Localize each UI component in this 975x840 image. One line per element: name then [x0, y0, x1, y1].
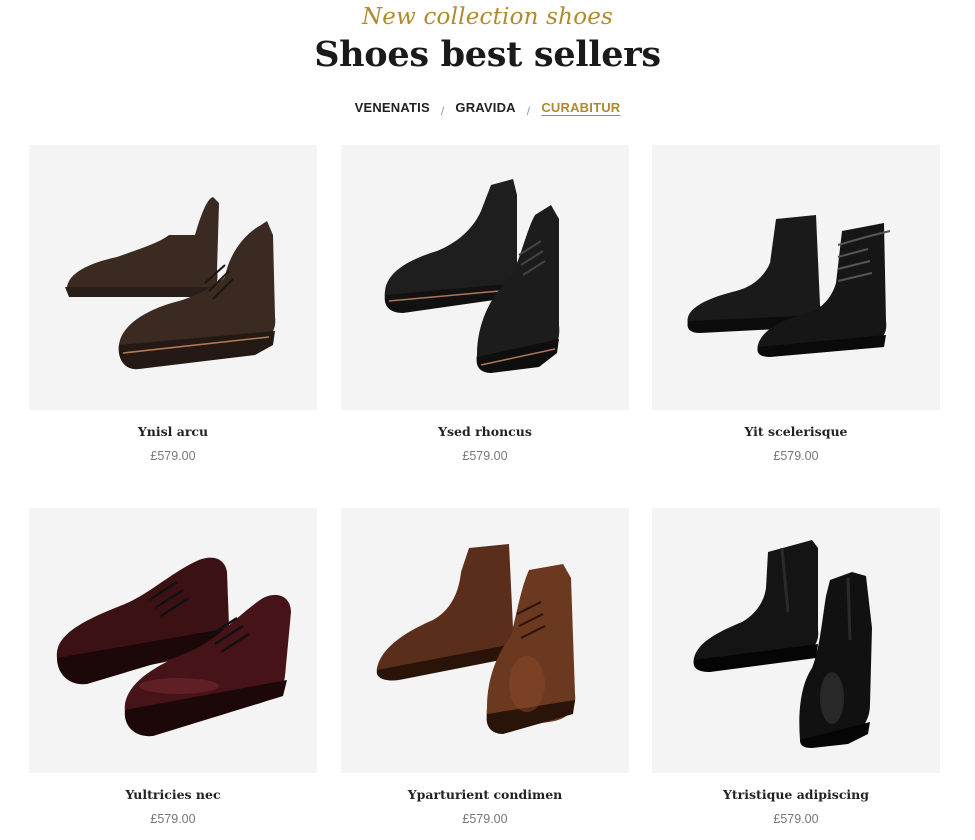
product-price: £579.00 [150, 449, 196, 463]
product-name[interactable]: Yultricies nec [29, 787, 317, 802]
product-card: Yultricies nec £579.00 [29, 508, 317, 826]
product-card: Ysed rhoncus £579.00 [341, 145, 629, 463]
tab-separator: / [440, 103, 445, 118]
product-name[interactable]: Yit scelerisque [652, 424, 940, 439]
product-image [65, 197, 276, 370]
product-image-link[interactable] [341, 145, 629, 410]
product-price: £579.00 [773, 812, 819, 826]
section-title: Shoes best sellers [314, 34, 661, 75]
tab-gravida[interactable]: GRAVIDA [455, 100, 515, 115]
category-tabs: VENENATIS / GRAVIDA / CURABITUR [0, 100, 975, 118]
product-image-link[interactable] [341, 508, 629, 773]
product-card: Yparturient condimen £579.00 [341, 508, 629, 826]
tab-curabitur[interactable]: CURABITUR [541, 100, 620, 115]
product-image-link[interactable] [29, 508, 317, 773]
product-price: £579.00 [462, 449, 508, 463]
product-card: Ynisl arcu £579.00 [29, 145, 317, 463]
product-image [56, 557, 291, 737]
product-name[interactable]: Ysed rhoncus [341, 424, 629, 439]
product-name[interactable]: Yparturient condimen [341, 787, 629, 802]
product-image [384, 179, 560, 373]
tab-venenatis[interactable]: VENENATIS [355, 100, 430, 115]
tab-separator: / [526, 103, 531, 118]
product-image [693, 540, 872, 748]
product-image-link[interactable] [29, 145, 317, 410]
product-price: £579.00 [773, 449, 819, 463]
product-price: £579.00 [150, 812, 196, 826]
product-image-link[interactable] [652, 145, 940, 410]
product-price: £579.00 [462, 812, 508, 826]
product-image [376, 544, 576, 734]
product-card: Ytristique adipiscing £579.00 [652, 508, 940, 826]
product-name[interactable]: Ytristique adipiscing [652, 787, 940, 802]
product-name[interactable]: Ynisl arcu [29, 424, 317, 439]
product-image-link[interactable] [652, 508, 940, 773]
section-subtitle: New collection shoes [361, 4, 614, 30]
product-card: Yit scelerisque £579.00 [652, 145, 940, 463]
product-image [687, 215, 891, 357]
